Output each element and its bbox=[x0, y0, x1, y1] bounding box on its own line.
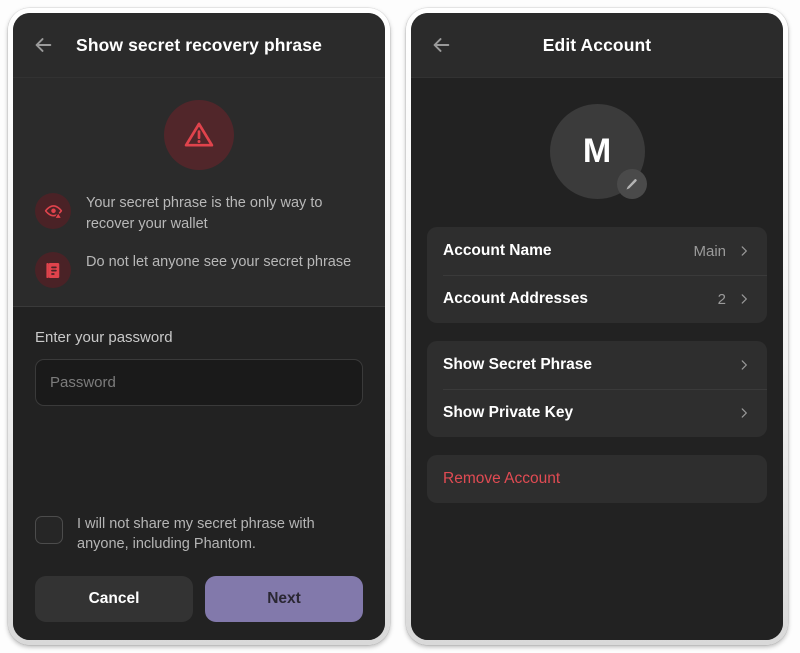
warning-item-text: Do not let anyone see your secret phrase bbox=[86, 254, 352, 271]
left-phone-frame: Show secret recovery phrase Your secret … bbox=[8, 8, 390, 645]
eye-warning-icon bbox=[35, 193, 71, 229]
row-value: Main bbox=[693, 242, 726, 260]
row-label: Account Addresses bbox=[443, 290, 588, 307]
account-info-card: Account Name Main Account Addresses 2 bbox=[427, 227, 767, 323]
secrets-card: Show Secret Phrase Show Private Key bbox=[427, 341, 767, 437]
chevron-right-icon bbox=[737, 244, 751, 258]
row-account-addresses[interactable]: Account Addresses 2 bbox=[427, 275, 767, 323]
chevron-right-icon bbox=[737, 292, 751, 306]
remove-account-card: Remove Account bbox=[427, 455, 767, 503]
arrow-left-icon bbox=[433, 38, 450, 52]
password-input[interactable] bbox=[35, 359, 363, 407]
action-buttons: Cancel Next bbox=[35, 576, 363, 622]
right-header: Edit Account bbox=[411, 13, 783, 78]
document-lock-icon bbox=[35, 252, 71, 289]
row-show-private-key[interactable]: Show Private Key bbox=[427, 389, 767, 437]
checkbox-unchecked-icon[interactable] bbox=[35, 515, 63, 544]
row-remove-account[interactable]: Remove Account bbox=[427, 455, 767, 503]
row-value: 2 bbox=[717, 290, 726, 308]
warning-item: Your secret phrase is the only way to re… bbox=[35, 192, 363, 234]
warning-badge-wrap bbox=[13, 100, 385, 170]
page-title: Edit Account bbox=[542, 34, 652, 55]
back-button[interactable] bbox=[427, 31, 455, 59]
screenshot-stage: Show secret recovery phrase Your secret … bbox=[0, 0, 800, 653]
password-section: Enter your password I will not share my … bbox=[13, 307, 385, 640]
pencil-icon[interactable] bbox=[616, 169, 647, 199]
row-label: Show Private Key bbox=[443, 404, 574, 421]
password-label: Enter your password bbox=[35, 329, 173, 347]
left-bottom-area: I will not share my secret phrase with a… bbox=[35, 514, 363, 640]
consent-label: I will not share my secret phrase with a… bbox=[77, 515, 315, 553]
row-show-secret-phrase[interactable]: Show Secret Phrase bbox=[427, 341, 767, 389]
avatar-section: M bbox=[427, 78, 767, 227]
edit-account-body: M Account Name Main Account Addresses 2 … bbox=[411, 78, 783, 640]
warning-item: Do not let anyone see your secret phrase bbox=[35, 251, 363, 289]
edit-account-screen: Edit Account M Account Name Main Account… bbox=[411, 13, 783, 640]
chevron-right-icon bbox=[737, 358, 751, 372]
row-label: Show Secret Phrase bbox=[443, 356, 593, 373]
show-secret-recovery-phrase-screen: Show secret recovery phrase Your secret … bbox=[13, 13, 385, 640]
left-header: Show secret recovery phrase bbox=[13, 13, 385, 78]
right-phone-frame: Edit Account M Account Name Main Account… bbox=[406, 8, 788, 645]
warning-item-text: Your secret phrase is the only way to re… bbox=[86, 195, 323, 232]
cancel-button[interactable]: Cancel bbox=[35, 576, 193, 622]
row-label: Remove Account bbox=[443, 470, 561, 487]
consent-row[interactable]: I will not share my secret phrase with a… bbox=[35, 514, 363, 555]
row-account-name[interactable]: Account Name Main bbox=[427, 227, 767, 275]
arrow-left-icon bbox=[35, 38, 52, 52]
warning-section: Your secret phrase is the only way to re… bbox=[13, 78, 385, 307]
avatar[interactable]: M bbox=[549, 104, 647, 199]
back-button[interactable] bbox=[29, 31, 57, 59]
page-title: Show secret recovery phrase bbox=[76, 34, 322, 55]
avatar-initial: M bbox=[582, 132, 612, 170]
warning-badge bbox=[164, 100, 234, 170]
warning-list: Your secret phrase is the only way to re… bbox=[13, 192, 385, 289]
chevron-right-icon bbox=[737, 406, 751, 420]
warning-triangle-icon bbox=[184, 122, 214, 147]
row-label: Account Name bbox=[443, 242, 552, 259]
next-button[interactable]: Next bbox=[205, 576, 363, 622]
